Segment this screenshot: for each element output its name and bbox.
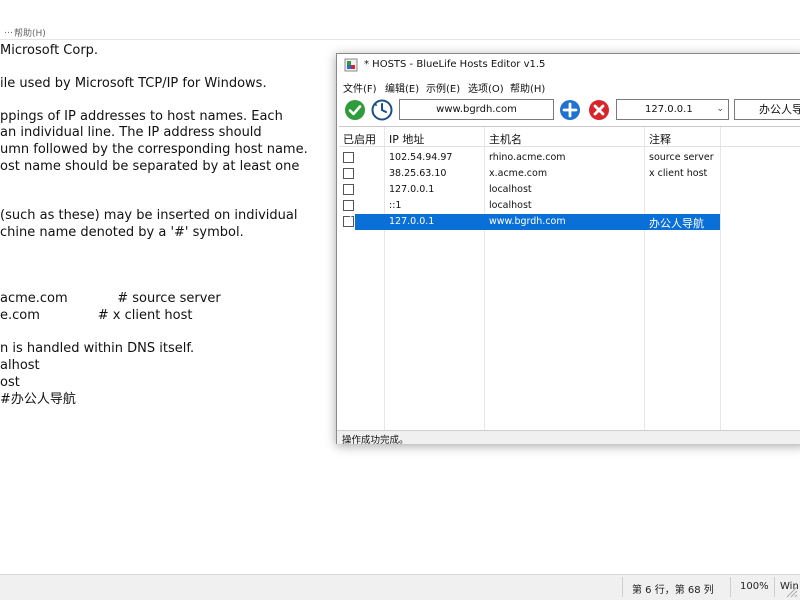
text-line: umn followed by the corresponding host n… [0,142,308,157]
table-row[interactable]: 127.0.0.1 localhost [339,182,800,198]
hosts-list[interactable]: 已启用 IP 地址 主机名 注释 102.54.94.97 rhino.acme… [339,126,800,431]
row-ip: ::1 [389,200,402,211]
delete-x-icon[interactable] [588,99,610,121]
enabled-checkbox[interactable] [343,200,354,211]
row-comment: x client host [649,168,708,179]
table-row[interactable]: 102.54.94.97 rhino.acme.com source serve… [339,150,800,166]
notepad-menubar: … 帮助(H) [0,22,800,40]
hosts-editor-titlebar[interactable]: * HOSTS - BlueLife Hosts Editor v1.5 [337,54,800,76]
text-line: chine name denoted by a '#' symbol. [0,225,244,240]
hosts-editor-window: * HOSTS - BlueLife Hosts Editor v1.5 文件(… [336,53,800,446]
enabled-checkbox-checked[interactable]: ✓ [343,214,354,227]
row-ip: 102.54.94.97 [389,152,453,163]
refresh-clock-icon[interactable] [371,99,393,121]
text-line: ost [0,375,20,390]
checkmark-icon: ✓ [345,214,354,225]
text-line: an individual line. The IP address shoul… [0,125,262,140]
text-line: (such as these) may be inserted on indiv… [0,208,298,223]
hosts-editor-statusbar: 操作成功完成。 [337,430,800,446]
row-ip: 127.0.0.1 [389,184,435,195]
menu-options[interactable]: 选项(O) [468,80,504,95]
row-host: www.bgrdh.com [489,216,566,227]
text-line: acme.com # source server [0,291,221,306]
row-comment: 办公人导航 [649,217,704,230]
column-header-hostname[interactable]: 主机名 [489,131,522,147]
status-cursor-position: 第 6 行，第 68 列 [632,585,714,596]
enabled-checkbox[interactable] [343,152,354,163]
list-header: 已启用 IP 地址 主机名 注释 [339,127,800,147]
text-line: Microsoft Corp. [0,43,99,58]
menu-file[interactable]: 文件(F) [343,80,377,95]
hosts-editor-menubar: 文件(F) 编辑(E) 示例(E) 选项(O) 帮助(H) [337,76,800,96]
chevron-down-icon: ⌄ [716,104,724,114]
row-host: localhost [489,184,532,195]
row-host: localhost [489,200,532,211]
status-message: 操作成功完成。 [342,435,409,446]
comment-input[interactable]: 办公人导 [734,99,800,120]
text-line: ost name should be separated by at least… [0,159,300,174]
text-line: ppings of IP addresses to host names. Ea… [0,109,283,124]
app-icon [344,58,358,72]
enabled-checkbox[interactable] [343,184,354,195]
ip-select[interactable]: 127.0.0.1 ⌄ [616,99,729,120]
menu-examples[interactable]: 示例(E) [426,80,460,95]
notepad-menu-stub[interactable]: … [4,26,13,36]
status-separator [774,577,775,597]
notepad-statusbar: 第 6 行，第 68 列 100% Win [0,574,800,600]
row-host: rhino.acme.com [489,152,566,163]
menu-edit[interactable]: 编辑(E) [385,80,419,95]
ip-select-value: 127.0.0.1 [645,104,693,115]
text-line: alhost [0,358,40,373]
text-line: n is handled within DNS itself. [0,341,195,356]
column-header-ip[interactable]: IP 地址 [389,131,424,147]
text-line: #办公人导航 [0,392,76,407]
row-host: x.acme.com [489,168,548,179]
column-header-enabled[interactable]: 已启用 [343,131,376,147]
row-comment: source server [649,152,714,163]
enabled-checkbox[interactable] [343,168,354,179]
text-line: e.com # x client host [0,308,193,323]
column-header-comment[interactable]: 注释 [649,131,671,147]
row-ip: 38.25.63.10 [389,168,447,179]
resize-grip-icon[interactable] [782,582,798,598]
row-ip: 127.0.0.1 [389,216,435,227]
status-separator [730,577,731,597]
text-line: ile used by Microsoft TCP/IP for Windows… [0,76,267,91]
host-input[interactable]: www.bgrdh.com [399,99,554,120]
menu-help[interactable]: 帮助(H) [510,80,545,95]
notepad-menu-help[interactable]: 帮助(H) [14,26,46,39]
status-separator [622,577,623,597]
table-row[interactable]: ::1 localhost [339,198,800,214]
toolbar: www.bgrdh.com 127.0.0.1 ⌄ 办公人导 [337,96,800,124]
apply-check-icon[interactable] [344,99,366,121]
table-row[interactable]: 38.25.63.10 x.acme.com x client host [339,166,800,182]
table-row-selected[interactable]: ✓ 127.0.0.1 www.bgrdh.com 办公人导航 [339,214,800,230]
add-plus-icon[interactable] [559,99,581,121]
notepad-titlebar-area [0,0,800,22]
window-title: * HOSTS - BlueLife Hosts Editor v1.5 [364,59,546,70]
status-zoom: 100% [740,581,769,592]
